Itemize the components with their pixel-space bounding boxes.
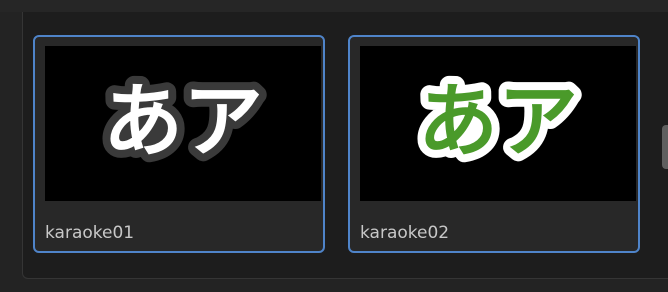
scrollbar-thumb[interactable] xyxy=(662,125,668,169)
thumbnail-card-karaoke01[interactable]: あア karaoke01 xyxy=(33,35,325,253)
top-strip xyxy=(0,0,668,12)
thumbnail-card-karaoke02[interactable]: あア karaoke02 xyxy=(348,35,640,253)
thumbnail-preview: あア xyxy=(45,46,321,201)
thumbnail-label: karaoke02 xyxy=(360,223,450,243)
preview-text: あア xyxy=(418,75,578,168)
preview-text: あア xyxy=(103,75,263,168)
thumbnail-label: karaoke01 xyxy=(45,223,135,243)
karaoke02-preview-graphic: あア xyxy=(410,67,586,176)
karaoke01-preview-graphic: あア xyxy=(95,67,271,176)
thumbnail-preview: あア xyxy=(360,46,636,201)
